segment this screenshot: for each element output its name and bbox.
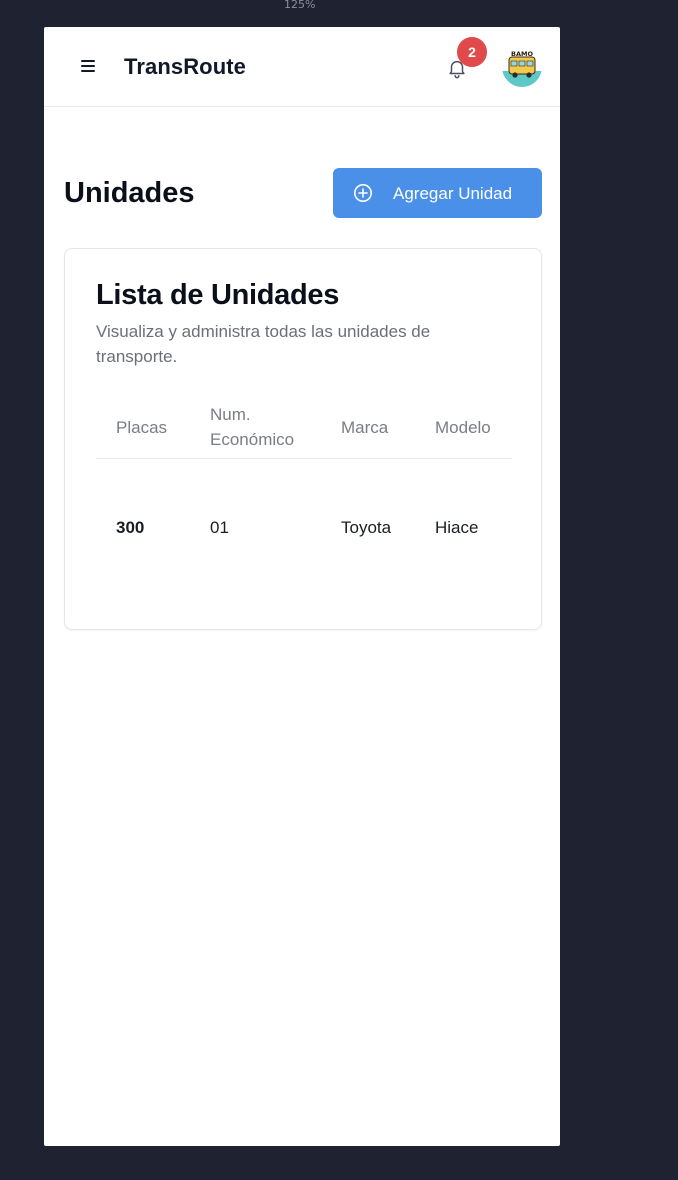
column-header-modelo[interactable]: Modelo [435,415,491,440]
column-header-num-line1: Num. [210,405,251,424]
notification-badge: 2 [457,37,487,67]
column-header-num-economico[interactable]: Num. Económico [210,402,294,452]
plus-circle-icon [354,184,372,202]
column-header-num-line2: Económico [210,430,295,449]
cell-num-economico: 01 [210,518,229,537]
cell-placas: 300 [116,518,145,537]
column-header-marca[interactable]: Marca [341,415,388,440]
menu-icon[interactable] [80,58,98,76]
table-header-divider [96,458,512,459]
top-bar: TransRoute 2 BAMO [44,27,560,107]
zoom-level: 125% [284,0,316,11]
app-window: TransRoute 2 BAMO Unidades Agregar Unida… [44,27,560,1146]
card-description: Visualiza y administra todas las unidade… [96,322,431,366]
bus-logo-icon: BAMO [502,47,542,87]
page-title: Unidades [64,177,195,209]
column-header-placas[interactable]: Placas [116,415,167,440]
app-title: TransRoute [124,54,247,79]
card-title: Lista de Unidades [96,279,340,311]
svg-text:BAMO: BAMO [511,50,533,58]
cell-marca: Toyota [341,518,392,537]
units-card: Lista de Unidades Visualiza y administra… [64,248,542,630]
avatar[interactable]: BAMO [502,47,542,87]
add-unit-label: Agregar Unidad [393,184,513,203]
cell-modelo: Hiace [435,518,479,537]
add-unit-button[interactable]: Agregar Unidad [333,168,542,218]
